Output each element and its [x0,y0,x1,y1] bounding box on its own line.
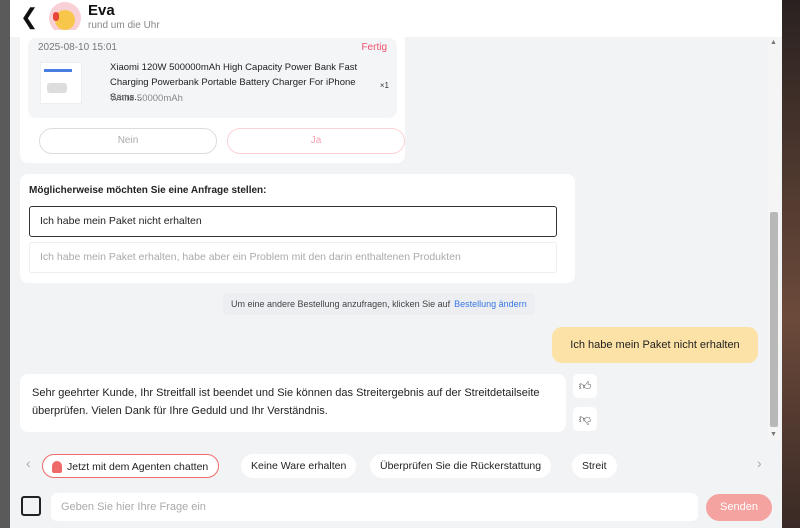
inquiry-title: Möglicherweise möchten Sie eine Anfrage … [29,185,267,196]
no-button[interactable]: Nein [39,128,217,154]
user-message: Ich habe mein Paket nicht erhalten [552,327,758,363]
product-image [40,62,82,104]
scrollbar-thumb[interactable] [770,212,778,427]
hint-text: Um eine andere Bestellung anzufragen, kl… [223,293,535,315]
chat-agent-chip[interactable]: Jetzt mit dem Agenten chatten [42,454,220,478]
yes-button[interactable]: Ja [227,128,405,154]
image-upload-icon[interactable] [21,496,41,516]
back-icon[interactable]: ❮ [20,4,38,30]
send-button[interactable]: Senden [706,494,772,521]
hint-label: Um eine andere Bestellung anzufragen, kl… [231,299,451,309]
agent-name: Eva [88,2,115,19]
chevron-right-icon[interactable]: › [757,455,762,471]
message-input[interactable]: Geben Sie hier Ihre Frage ein [51,493,698,521]
thumbs-up-icon[interactable]: 👍︎ [573,374,597,398]
order-status: Fertig [361,42,387,53]
inquiry-option[interactable]: Ich habe mein Paket erhalten, habe aber … [29,242,557,273]
order-date: 2025-08-10 15:01 [38,42,117,53]
agent-icon [52,461,62,473]
quick-chip[interactable]: Keine Ware erhalten [241,454,357,478]
product-variant: White 50000mAh [110,93,183,104]
quick-chip[interactable]: Überprüfen Sie die Rückerstattung [370,454,552,478]
product-quantity: ×1 [379,81,389,90]
chevron-left-icon[interactable]: ‹ [26,455,31,471]
order-card: 2025-08-10 15:01 Fertig Xiaomi 120W 5000… [20,30,405,163]
chat-panel: ❮ Eva rund um die Uhr 2025-08-10 15:01 F… [10,0,782,528]
thumbs-down-icon[interactable]: 👎︎ [573,407,597,431]
quick-chip[interactable]: Streit [572,454,617,478]
agent-message: Sehr geehrter Kunde, Ihr Streitfall ist … [20,374,566,432]
left-edge [0,0,10,528]
scrollbar[interactable]: ▲ ▼ [768,37,780,440]
inquiry-option[interactable]: Ich habe mein Paket nicht erhalten [29,206,557,237]
background [782,0,800,528]
change-order-link[interactable]: Bestellung ändern [454,299,527,309]
inquiry-card: Möglicherweise möchten Sie eine Anfrage … [20,174,575,283]
chip-label: Jetzt mit dem Agenten chatten [67,461,209,473]
order-item[interactable]: 2025-08-10 15:01 Fertig Xiaomi 120W 5000… [28,38,397,118]
